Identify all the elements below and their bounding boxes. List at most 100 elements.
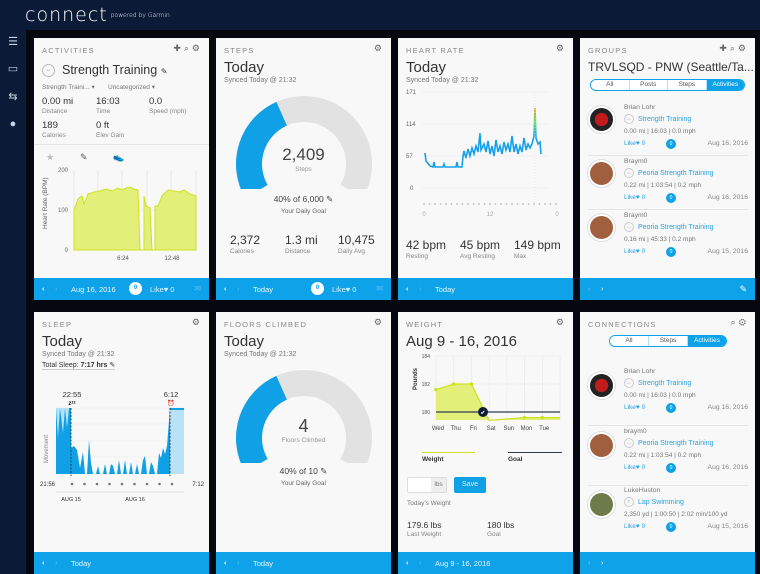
profile-icon[interactable]: ● (6, 118, 20, 130)
like-button[interactable]: Like♥ 0 (624, 523, 645, 530)
comment-bubble[interactable]: 0 (311, 282, 324, 295)
prev-icon[interactable]: ‹ (42, 284, 45, 293)
next-icon[interactable]: › (55, 558, 58, 567)
share-icon[interactable]: ✉ (194, 284, 201, 293)
gear-icon[interactable]: ⚙ (739, 317, 749, 327)
like-button[interactable]: Like♥ 0 (624, 194, 645, 201)
edit-icon[interactable]: ✎ (161, 67, 168, 76)
prev-icon[interactable]: ‹ (588, 284, 591, 293)
share-icon[interactable]: ✉ (376, 284, 383, 293)
gear-icon[interactable]: ⚙ (738, 43, 749, 53)
comment-bubble[interactable]: 0 (666, 247, 676, 257)
like-button[interactable]: Like♥ 0 (624, 404, 645, 411)
avatar[interactable] (588, 491, 615, 518)
like-button[interactable]: Like♥ 0 (332, 285, 356, 294)
avatar[interactable] (588, 214, 615, 241)
comment-bubble[interactable]: 0 (666, 463, 676, 473)
gear-icon[interactable]: ⚙ (556, 43, 567, 54)
gear-icon[interactable]: ⚙ (556, 317, 567, 328)
tab-activities[interactable]: Activities (688, 336, 726, 346)
gear-icon[interactable]: ⚙ (374, 43, 385, 54)
edit-icon[interactable]: ✎ (109, 362, 115, 369)
user-name[interactable]: Brian Lohr (624, 104, 655, 111)
like-button[interactable]: Like♥ 0 (624, 140, 645, 147)
next-icon[interactable]: › (419, 284, 422, 293)
inbox-icon[interactable]: ▭ (6, 63, 20, 75)
next-icon[interactable]: › (55, 284, 58, 293)
stat-label: Calories (230, 248, 254, 255)
activity-link[interactable]: ≈ Lap Swimming (624, 497, 684, 507)
comment-bubble[interactable]: 0 (129, 282, 142, 295)
category-dropdown[interactable]: Uncategorized ▾ (108, 83, 155, 91)
weight-point[interactable] (434, 387, 438, 392)
activity-link[interactable]: ↔ Strength Training (624, 378, 691, 388)
connect-logo[interactable]: connect powered by Garmin (25, 4, 170, 26)
activity-link[interactable]: ↔ Peoria Strength Training (624, 222, 714, 232)
activity-link[interactable]: ↔ Peoria Strength Training (624, 438, 714, 448)
user-name[interactable]: LukeHuston (624, 487, 660, 494)
gear-icon[interactable]: ⚙ (192, 43, 203, 53)
sleep-start: 22:55 (63, 390, 82, 399)
next-icon[interactable]: › (237, 558, 240, 567)
activity-link[interactable]: ↔ Peoria Strength Training (624, 168, 714, 178)
avatar[interactable] (588, 432, 615, 459)
weight-point[interactable] (469, 382, 474, 386)
x-axis-dots (70, 482, 174, 486)
user-name[interactable]: Braym0 (624, 158, 647, 165)
note-icon[interactable]: ✎ (80, 152, 88, 163)
avatar[interactable] (588, 372, 615, 399)
user-name[interactable]: Brian Lohr (624, 368, 655, 375)
weight-point[interactable] (540, 415, 544, 420)
group-title[interactable]: TRVLSQD - PNW (Seattle/Ta... (588, 60, 754, 74)
prev-icon[interactable]: ‹ (406, 284, 409, 293)
user-name[interactable]: Braym0 (624, 212, 647, 219)
next-icon[interactable]: › (419, 558, 422, 567)
search-icon[interactable]: ⌕ (730, 43, 738, 53)
tab-posts[interactable]: Posts (629, 80, 668, 90)
tab-steps[interactable]: Steps (649, 336, 688, 346)
gear-icon[interactable]: ⚙ (192, 317, 203, 328)
tab-activities[interactable]: Activities (706, 80, 744, 90)
save-button[interactable]: Save (454, 477, 486, 493)
tab-all[interactable]: All (610, 336, 649, 346)
like-button[interactable]: Like♥ 0 (624, 464, 645, 471)
next-icon[interactable]: › (601, 284, 604, 293)
weight-point[interactable] (522, 415, 527, 420)
avatar[interactable] (588, 106, 615, 133)
prev-icon[interactable]: ‹ (224, 284, 227, 293)
prev-icon[interactable]: ‹ (406, 558, 409, 567)
user-name[interactable]: braym0 (624, 428, 647, 435)
compose-icon[interactable]: ✎ (739, 284, 747, 295)
edit-icon[interactable]: ✎ (320, 466, 327, 476)
star-icon[interactable]: ★ (46, 152, 54, 163)
avatar[interactable] (588, 160, 615, 187)
next-icon[interactable]: › (237, 284, 240, 293)
activity-title[interactable]: Strength Training ✎ (62, 63, 167, 77)
add-icon[interactable]: ✚ (173, 43, 184, 53)
connections-icon[interactable]: ⇆ (6, 91, 20, 103)
floors-unit: Floors Climbed (281, 437, 326, 444)
activity-link[interactable]: ↔ Strength Training (624, 114, 691, 124)
search-icon[interactable]: ⌕ (184, 43, 192, 53)
tab-all[interactable]: All (591, 80, 630, 90)
gear-icon[interactable]: ⚙ (374, 317, 385, 328)
prev-icon[interactable]: ‹ (224, 558, 227, 567)
search-icon[interactable]: ⌕ (731, 317, 739, 327)
tab-steps[interactable]: Steps (668, 80, 707, 90)
add-icon[interactable]: ✚ (719, 43, 730, 53)
prev-icon[interactable]: ‹ (588, 558, 591, 567)
comment-bubble[interactable]: 0 (666, 193, 676, 203)
next-icon[interactable]: › (601, 558, 604, 567)
comment-bubble[interactable]: 0 (666, 403, 676, 413)
comment-bubble[interactable]: 0 (666, 522, 676, 532)
like-button[interactable]: Like♥ 0 (150, 285, 174, 294)
shoe-icon[interactable]: 👟 (113, 152, 124, 163)
weight-point[interactable] (451, 382, 456, 386)
comment-bubble[interactable]: 0 (666, 139, 676, 149)
menu-icon[interactable]: ☰ (6, 36, 20, 48)
activity-type-dropdown[interactable]: Strength Traini... ▾ (42, 83, 95, 91)
weight-input[interactable]: lbs (407, 477, 447, 493)
like-button[interactable]: Like♥ 0 (624, 248, 645, 255)
prev-icon[interactable]: ‹ (42, 558, 45, 567)
edit-icon[interactable]: ✎ (326, 194, 333, 204)
